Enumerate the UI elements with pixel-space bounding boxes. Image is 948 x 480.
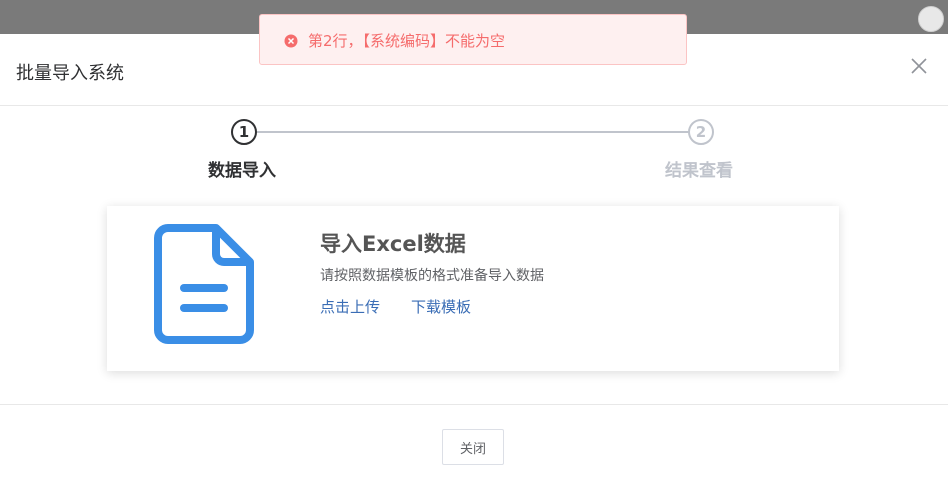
document-icon: [154, 224, 254, 344]
background-circle-button: [918, 6, 944, 32]
close-button[interactable]: 关闭: [442, 429, 504, 465]
error-message: 第2行，【系统编码】不能为空: [308, 32, 506, 50]
close-icon[interactable]: [905, 52, 933, 80]
upload-link[interactable]: 点击上传: [320, 296, 380, 317]
step-1-circle: 1: [231, 119, 257, 145]
card-title: 导入Excel数据: [320, 232, 466, 256]
error-toast: 第2行，【系统编码】不能为空: [259, 14, 687, 65]
dialog-title: 批量导入系统: [16, 63, 124, 84]
step-connector-line: [257, 131, 689, 133]
footer-divider: [0, 404, 948, 405]
step-2-circle: 2: [688, 119, 714, 145]
download-template-link[interactable]: 下载模板: [411, 296, 471, 317]
import-dialog: 批量导入系统 1 2 数据导入 结果查看 导入Excel数据 请按照数据模板的格…: [0, 34, 948, 480]
error-circle-icon: [284, 33, 298, 48]
step-2-label: 结果查看: [665, 161, 733, 181]
import-card: 导入Excel数据 请按照数据模板的格式准备导入数据 点击上传 下载模板: [107, 206, 839, 371]
step-1-label: 数据导入: [208, 161, 276, 181]
card-description: 请按照数据模板的格式准备导入数据: [320, 268, 544, 284]
